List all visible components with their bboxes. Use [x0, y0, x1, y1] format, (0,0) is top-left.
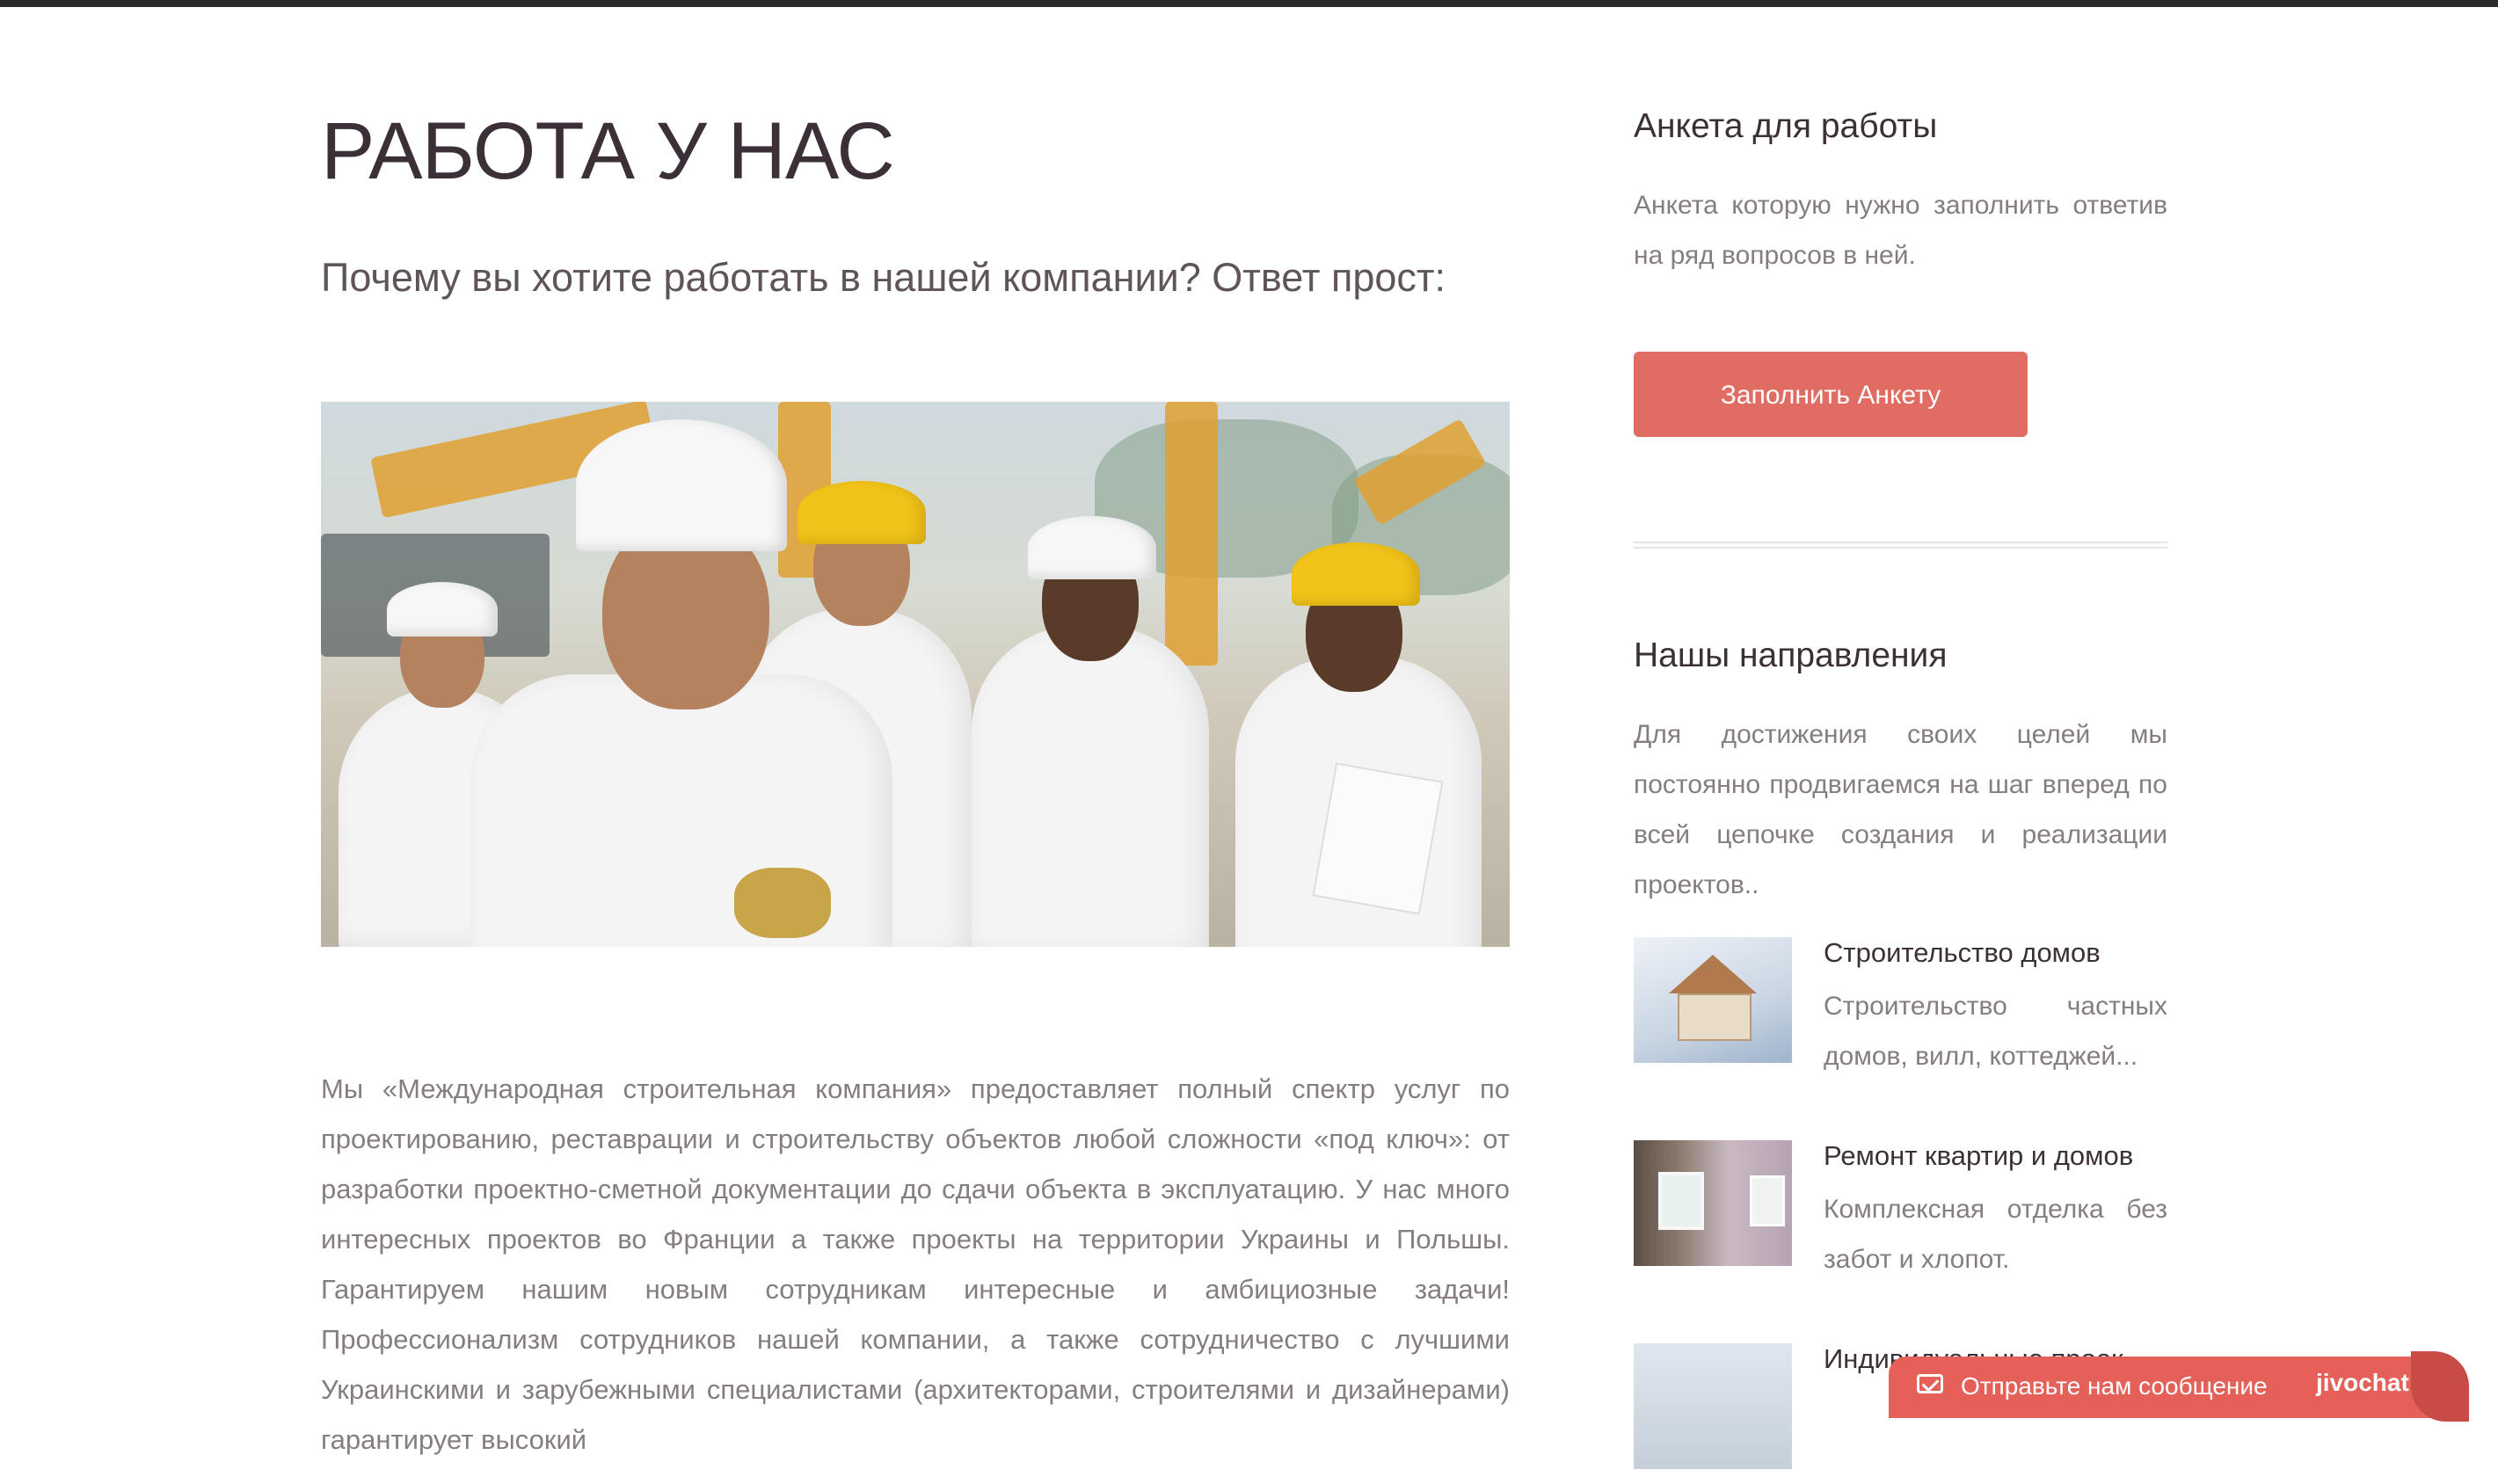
application-widget-title: Анкета для работы [1634, 107, 1938, 145]
direction-description: Строительство частных домов, вилл, котте… [1824, 992, 2167, 1071]
directions-widget-title: Нашы направления [1634, 637, 1948, 674]
directions-widget-text: Для достижения своих целей мы постоянно … [1634, 720, 2167, 899]
apartment-renovation-thumbnail[interactable] [1634, 1140, 1792, 1266]
body-text: Мы «Международная строительная компания»… [321, 1073, 1510, 1455]
chat-label[interactable]: Отправьте нам сообщение [1961, 1372, 2268, 1400]
direction-item-house-building[interactable]: Строительство домов Строительство частны… [1634, 937, 2167, 1078]
individual-projects-thumbnail[interactable] [1634, 1343, 1792, 1469]
page-subtitle: Почему вы хотите работать в нашей компан… [321, 255, 1446, 300]
chat-corner-decoration [2411, 1351, 2469, 1422]
direction-item-apartment-renovation[interactable]: Ремонт квартир и домов Комплексная отдел… [1634, 1140, 2167, 1281]
house-building-thumbnail[interactable] [1634, 937, 1792, 1063]
application-widget-text: Анкета которую нужно заполнить ответив н… [1634, 191, 2167, 270]
page-title: РАБОТА У НАС [321, 106, 895, 196]
direction-title[interactable]: Ремонт квартир и домов [1824, 1140, 2133, 1172]
envelope-icon [1917, 1374, 1943, 1393]
fill-application-button[interactable]: Заполнить Анкету [1634, 352, 2028, 437]
sidebar-divider [1634, 542, 2167, 549]
chat-widget[interactable]: Отправьте нам сообщение jivochat [1889, 1351, 2469, 1422]
direction-description: Комплексная отделка без забот и хлопот. [1824, 1195, 2167, 1274]
chat-brand-logo: jivochat [2316, 1369, 2409, 1396]
top-bar [0, 0, 2498, 7]
direction-title[interactable]: Строительство домов [1824, 937, 2101, 969]
hero-image-workers [321, 402, 1510, 947]
